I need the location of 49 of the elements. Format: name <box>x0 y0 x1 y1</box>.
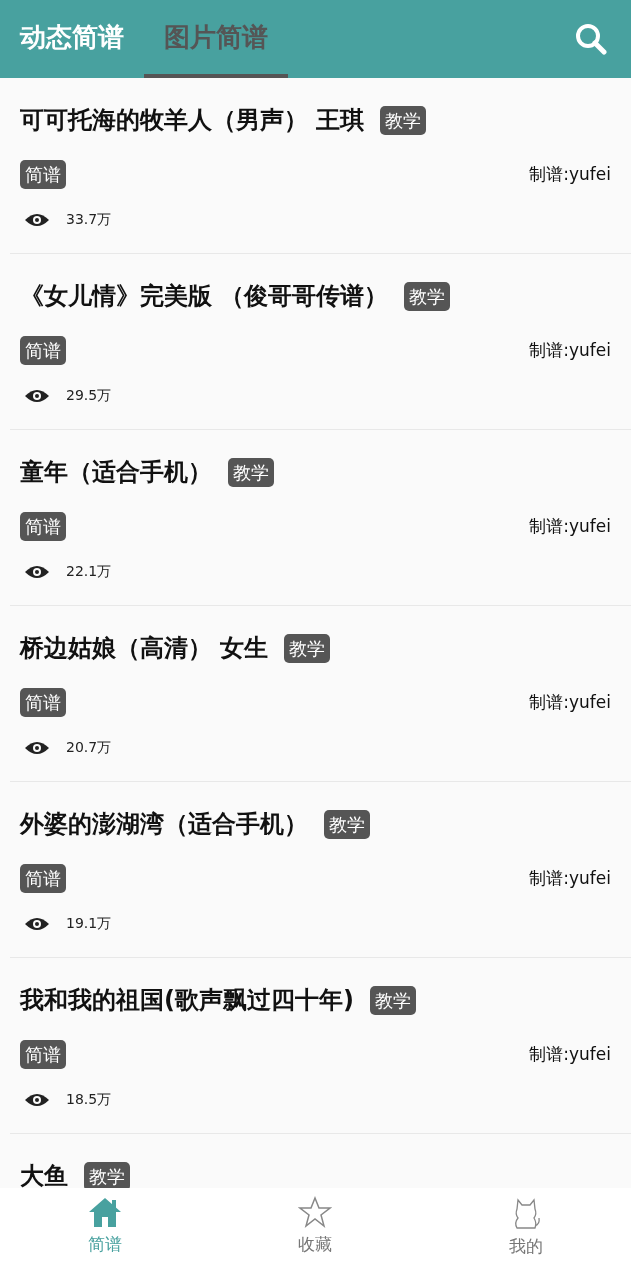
notation-tag: 简谱 <box>20 512 66 541</box>
notation-tag: 简谱 <box>20 1040 66 1069</box>
song-item[interactable]: 外婆的澎湖湾（适合手机） 教学 简谱 制谱:yufei 19.1万 <box>10 782 631 958</box>
eye-icon <box>24 211 50 228</box>
song-title: 桥边姑娘（高清） 女生 <box>20 633 269 664</box>
home-icon <box>88 1196 123 1228</box>
view-count: 18.5万 <box>66 1090 112 1109</box>
nav-tab[interactable]: 我的 <box>420 1188 631 1280</box>
view-count: 29.5万 <box>66 386 112 405</box>
teaching-badge: 教学 <box>284 633 331 663</box>
notation-tag: 简谱 <box>20 160 66 189</box>
eye-icon <box>24 1091 50 1108</box>
eye-icon <box>24 563 50 580</box>
song-title: 童年（适合手机） <box>20 457 212 488</box>
author-label: 制谱:yufei <box>529 338 611 362</box>
song-title: 外婆的澎湖湾（适合手机） <box>20 809 308 840</box>
author-label: 制谱:yufei <box>529 866 611 890</box>
notation-tag: 简谱 <box>20 688 66 717</box>
song-title: 《女儿情》完美版 （俊哥哥传谱） <box>20 281 389 312</box>
nav-tab[interactable]: 收藏 <box>210 1188 421 1280</box>
author-label: 制谱:yufei <box>529 162 611 186</box>
star-icon <box>298 1196 333 1228</box>
search-icon[interactable] <box>575 23 607 55</box>
teaching-badge: 教学 <box>380 105 427 135</box>
song-item[interactable]: 《女儿情》完美版 （俊哥哥传谱） 教学 简谱 制谱:yufei 29.5万 <box>10 254 631 430</box>
notation-tag: 简谱 <box>20 864 66 893</box>
song-title: 可可托海的牧羊人（男声） 王琪 <box>20 105 365 136</box>
teaching-badge: 教学 <box>324 809 370 839</box>
eye-icon <box>24 915 50 932</box>
teaching-badge: 教学 <box>404 281 451 311</box>
teaching-badge: 教学 <box>369 985 416 1015</box>
song-item[interactable]: 我和我的祖国(歌声飘过四十年) 教学 简谱 制谱:yufei 18.5万 <box>10 958 631 1134</box>
song-title: 大鱼 <box>20 1161 68 1188</box>
author-label: 制谱:yufei <box>529 690 611 714</box>
author-label: 制谱:yufei <box>529 514 611 538</box>
teaching-badge: 教学 <box>228 457 274 487</box>
song-item[interactable]: 可可托海的牧羊人（男声） 王琪 教学 简谱 制谱:yufei 33.7万 <box>10 78 631 254</box>
view-count: 19.1万 <box>66 914 112 933</box>
teaching-badge: 教学 <box>84 1161 130 1188</box>
eye-icon <box>24 387 50 404</box>
notation-tag: 简谱 <box>20 336 66 365</box>
song-item[interactable]: 桥边姑娘（高清） 女生 教学 简谱 制谱:yufei 20.7万 <box>10 606 631 782</box>
eye-icon <box>24 739 50 756</box>
view-count: 20.7万 <box>66 738 112 757</box>
view-count: 33.7万 <box>66 210 112 229</box>
song-item[interactable]: 童年（适合手机） 教学 简谱 制谱:yufei 22.1万 <box>10 430 631 606</box>
song-title: 我和我的祖国(歌声飘过四十年) <box>20 985 354 1016</box>
author-label: 制谱:yufei <box>529 1042 611 1066</box>
view-count: 22.1万 <box>66 562 112 581</box>
